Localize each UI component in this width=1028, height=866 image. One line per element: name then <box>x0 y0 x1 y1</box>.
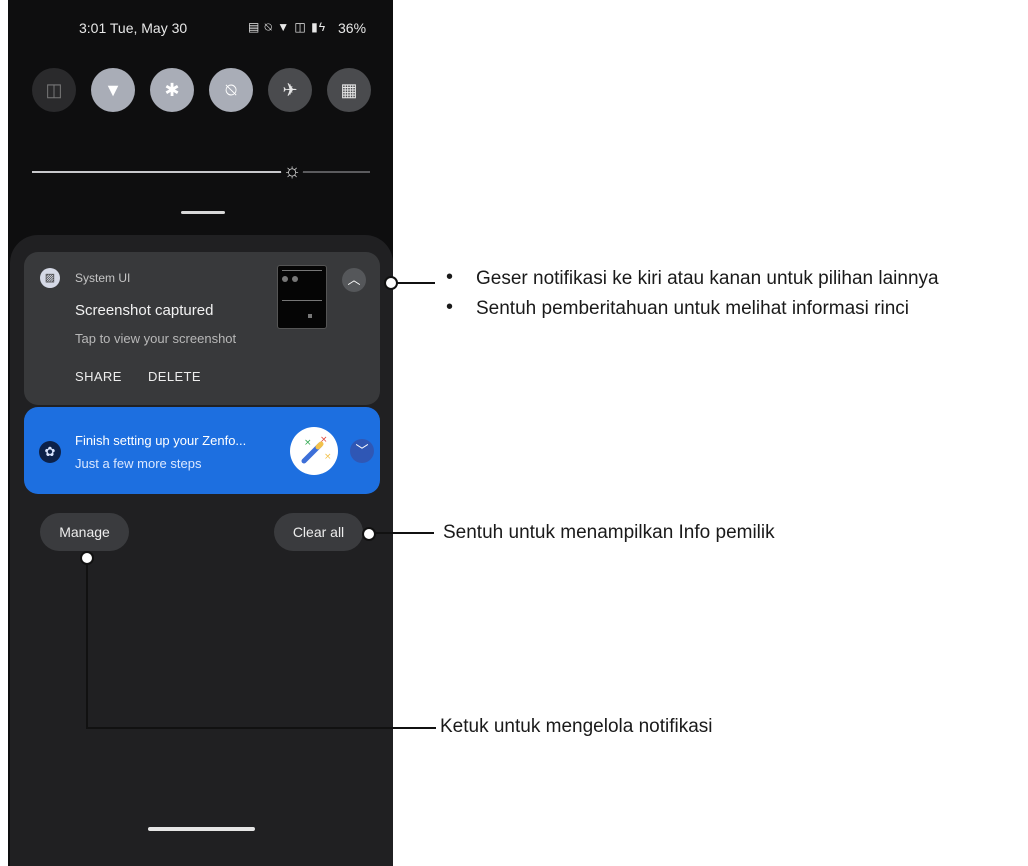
setup-notification-title: Finish setting up your Zenfo... <box>75 433 247 448</box>
callout-swipe-tip: Geser notifikasi ke kiri atau kanan untu… <box>476 268 939 289</box>
expand-chevron-icon[interactable]: ﹀ <box>350 439 374 463</box>
notification-body: Tap to view your screenshot <box>75 331 237 346</box>
notification-title: Screenshot captured <box>75 302 214 319</box>
callout-dot <box>362 527 376 541</box>
callout-tap-tip: Sentuh pemberitahuan untuk melihat infor… <box>476 298 910 319</box>
setup-notification-body: Just a few more steps <box>75 456 202 471</box>
no-sim-tile[interactable]: ◫ <box>32 68 76 112</box>
callout-line <box>86 727 436 729</box>
status-date: Tue, May 30 <box>109 20 188 36</box>
bluetooth-tile[interactable]: ✱ <box>150 68 194 112</box>
home-gesture-bar[interactable] <box>148 827 255 831</box>
status-time: 3:01 Tue, May 30 <box>79 20 187 36</box>
shade-drag-handle[interactable] <box>181 211 225 214</box>
screenshot-thumbnail[interactable] <box>277 265 327 329</box>
screenshot-notification[interactable]: ▨ System UI Screenshot captured Tap to v… <box>24 252 380 405</box>
gear-icon: ✿ <box>39 441 61 463</box>
quick-settings-tiles: ◫ ▼ ✱ ⍉ ✈ ▦ <box>32 68 372 112</box>
no-sim-icon: ◫ <box>45 79 63 100</box>
mute-tile[interactable]: ⍉ <box>209 68 253 112</box>
callout-dot <box>384 276 398 290</box>
callout-line <box>395 282 435 284</box>
airplane-icon: ✈ <box>282 79 298 100</box>
image-icon: ▨ <box>40 268 60 288</box>
brightness-fill <box>32 171 292 173</box>
brightness-icon[interactable]: ☼ <box>281 160 303 182</box>
clock: 3:01 <box>79 20 107 36</box>
qr-code-tile[interactable]: ▦ <box>327 68 371 112</box>
qr-code-icon: ▦ <box>340 79 358 100</box>
bullet: • <box>446 266 454 288</box>
callout-manage: Ketuk untuk mengelola notifikasi <box>440 716 713 737</box>
svg-text:×: × <box>304 438 312 448</box>
airplane-tile[interactable]: ✈ <box>268 68 312 112</box>
brightness-slider[interactable]: ☼ <box>32 160 370 182</box>
callout-clear-all: Sentuh untuk menampilkan Info pemilik <box>443 522 775 543</box>
svg-text:×: × <box>324 452 332 462</box>
magic-wand-icon: × × × <box>290 427 338 475</box>
phone-screen: 3:01 Tue, May 30 ▤ ⍉ ▼ ◫ ▮ϟ 36% ◫ ▼ ✱ ⍉ … <box>8 0 393 866</box>
bullet: • <box>446 296 454 318</box>
callout-line <box>86 563 88 729</box>
share-button[interactable]: SHARE <box>75 369 122 384</box>
clear-all-button[interactable]: Clear all <box>274 513 363 551</box>
setup-notification[interactable]: ✿ Finish setting up your Zenfo... Just a… <box>24 407 380 494</box>
bluetooth-icon: ✱ <box>164 79 180 100</box>
status-icons: ▤ ⍉ ▼ ◫ ▮ϟ <box>248 20 327 34</box>
mute-icon: ⍉ <box>225 79 237 100</box>
status-bar: 3:01 Tue, May 30 ▤ ⍉ ▼ ◫ ▮ϟ 36% <box>8 20 393 42</box>
notification-app-name: System UI <box>75 271 131 285</box>
callout-line <box>374 532 434 534</box>
battery-percent: 36% <box>338 20 367 36</box>
wifi-tile[interactable]: ▼ <box>91 68 135 112</box>
wifi-icon: ▼ <box>104 79 122 100</box>
delete-button[interactable]: DELETE <box>148 369 201 384</box>
svg-text:×: × <box>320 435 328 445</box>
manage-button[interactable]: Manage <box>40 513 129 551</box>
collapse-chevron-icon[interactable]: ︿ <box>342 268 366 292</box>
